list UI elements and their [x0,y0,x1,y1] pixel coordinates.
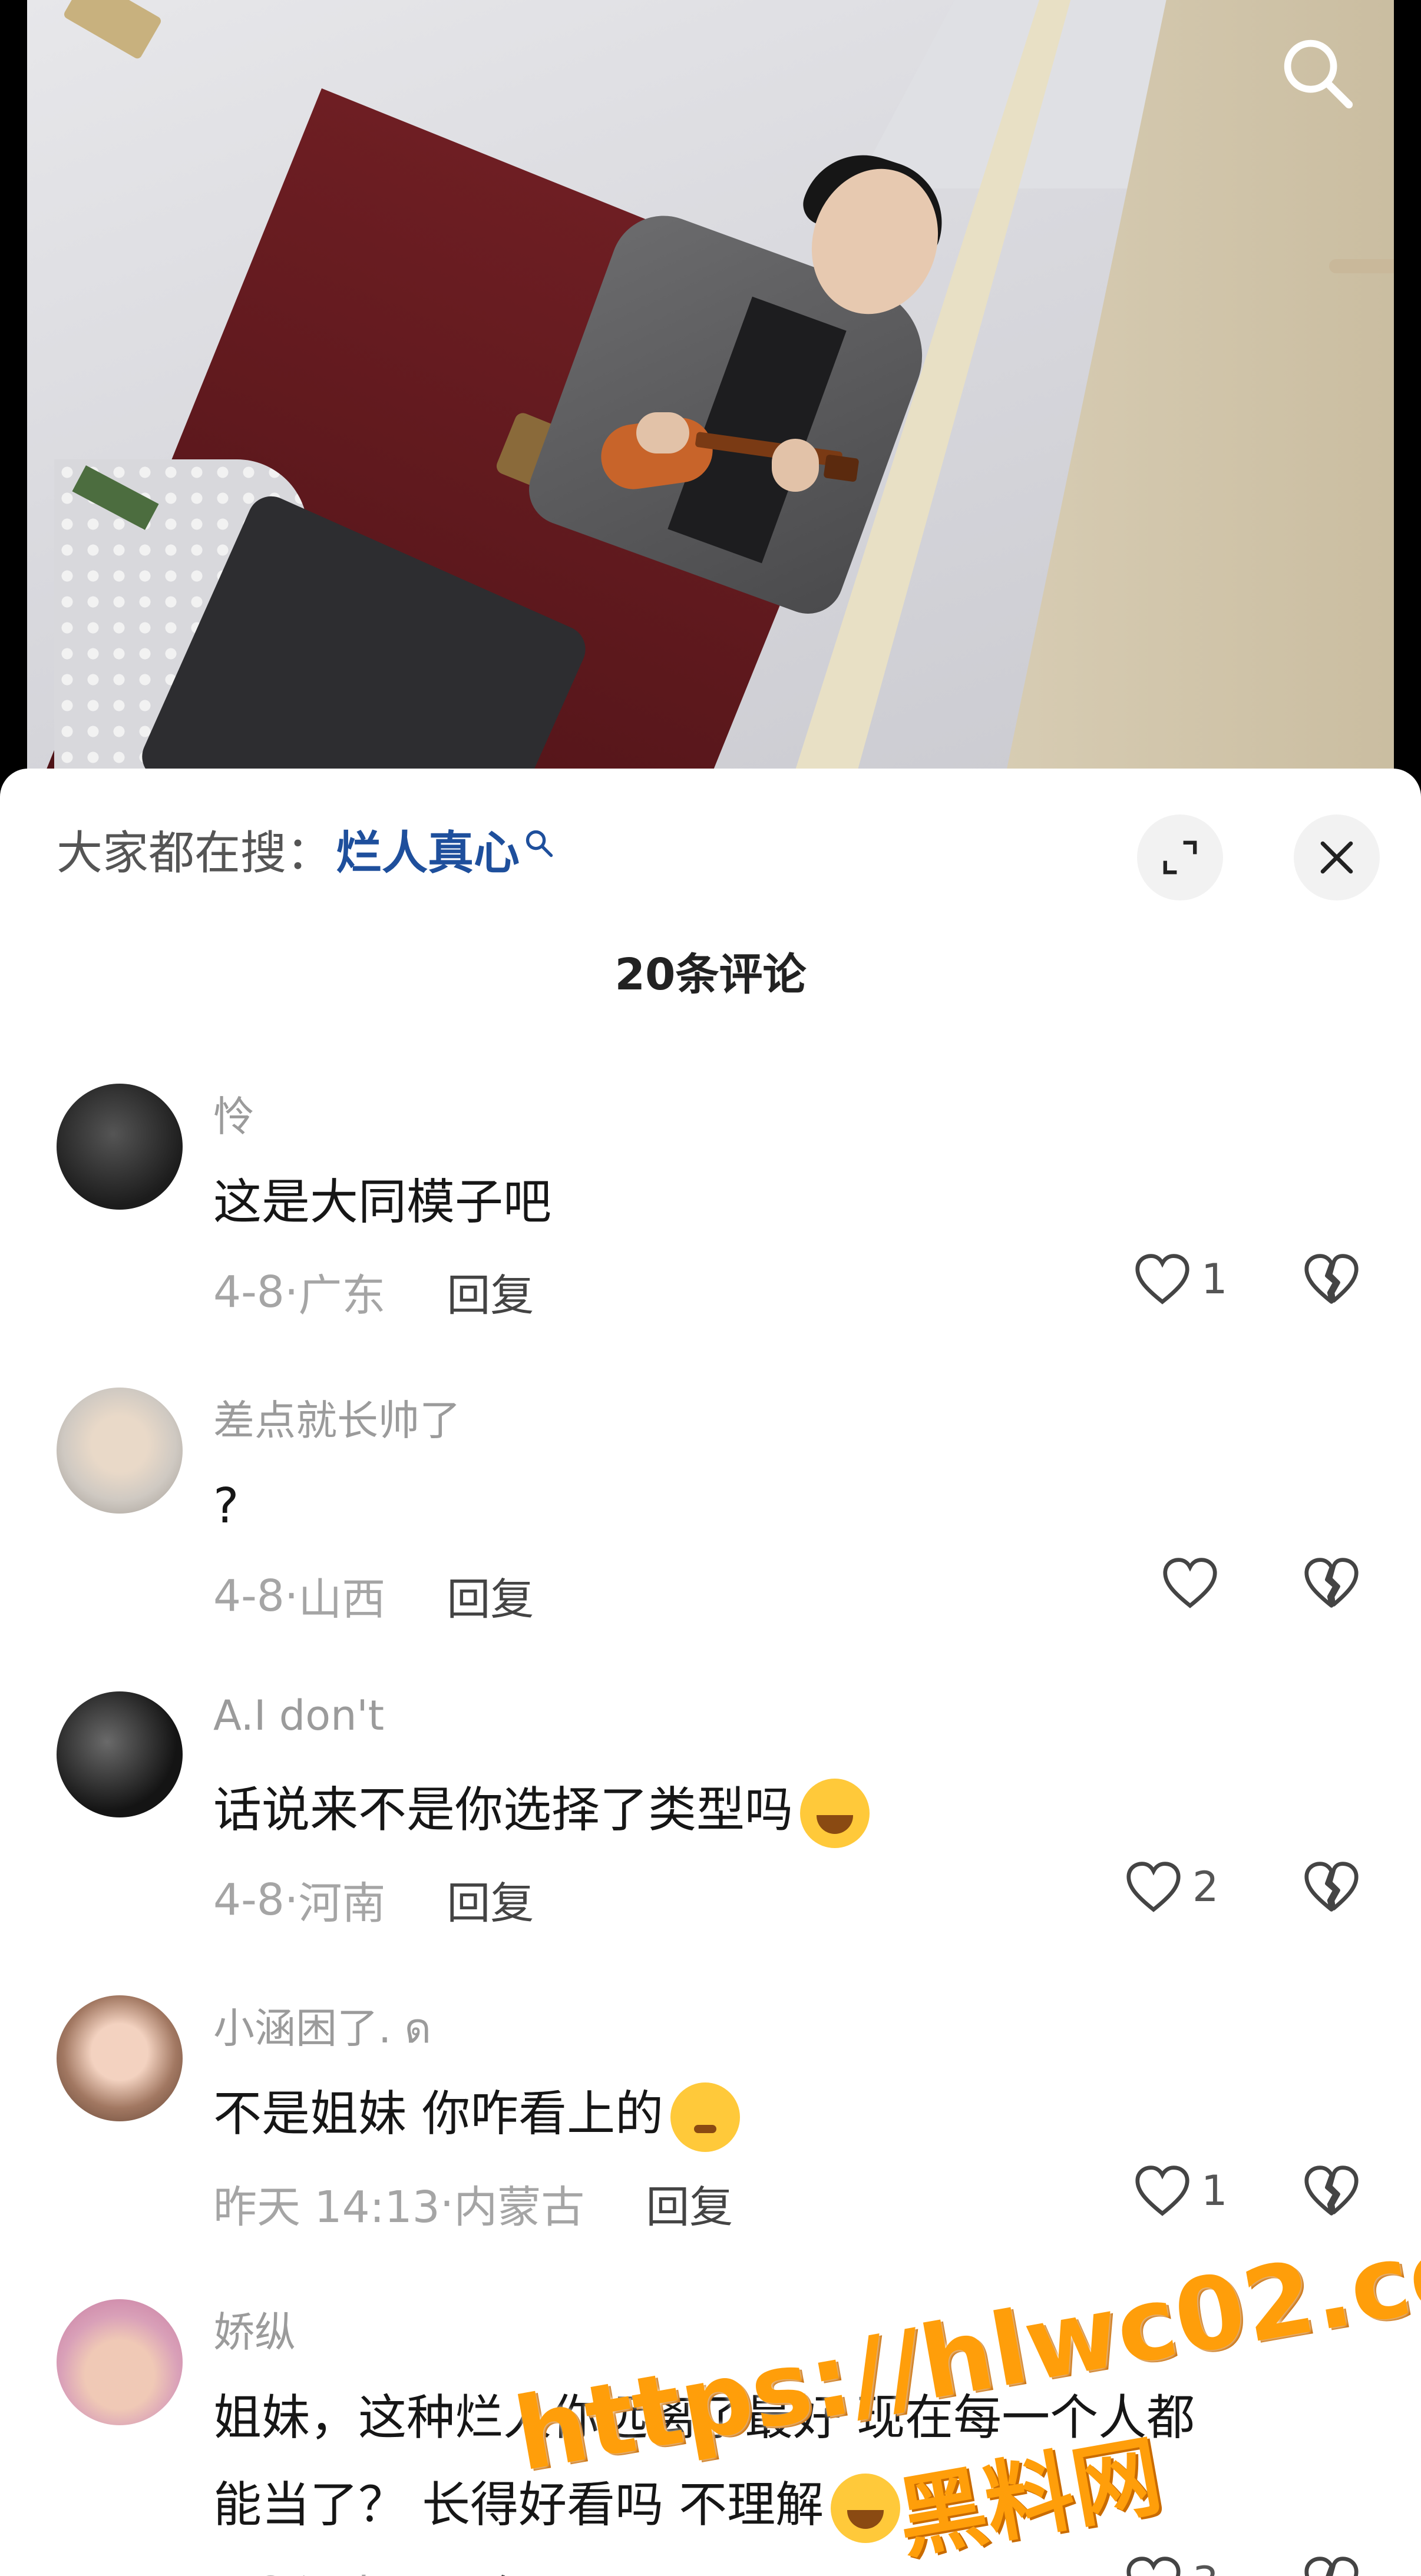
broken-heart-icon [1304,2166,1359,2216]
trending-search-bar[interactable]: 大家都在搜： 烂人真心 [57,823,555,880]
avatar[interactable] [57,1084,183,1210]
search-icon [1284,39,1353,109]
hand-left [636,412,689,453]
comment-date: 昨天 14:13 [213,2182,440,2233]
comment-text: ? [213,1478,239,1534]
hand-right [772,439,819,492]
dislike-button[interactable] [1299,2156,1364,2226]
like-button[interactable]: 1 [1134,1244,1228,1315]
comment-username[interactable]: 差点就长帅了 [213,1388,461,1447]
dislike-button[interactable] [1299,1852,1364,1922]
comment-text-body: 不是姐妹 你咋看上的 [213,2086,664,2142]
comment-location: 广东 [298,1270,386,1321]
expand-button[interactable] [1137,814,1223,900]
expand-icon [1163,840,1197,875]
person-legs [134,489,593,777]
avatar[interactable] [57,1388,183,1514]
avatar[interactable] [57,2299,183,2425]
comment-meta: 4-8·河南 回复 [213,2561,534,2576]
dizzy-face-emoji [670,2082,741,2152]
heart-icon [1126,2557,1181,2576]
reply-button[interactable]: 回复 [447,1260,534,1323]
comment-text: 不是姐妹 你咋看上的 [213,2071,741,2158]
comment-location: 河南 [298,1878,386,1929]
like-count: 2 [1192,1863,1219,1911]
comment-item: 怜 这是大同模子吧 4-8 · 广东 回复 1 [0,1084,1421,1388]
search-button[interactable] [1273,28,1361,117]
ukulele-headstock [823,454,860,482]
comment-date: 4-8 [213,1266,285,1317]
like-button[interactable]: 2 [1125,1852,1219,1922]
reply-button[interactable]: 回复 [447,1564,534,1627]
broken-heart-icon [1304,2557,1359,2576]
comment-username[interactable]: 小涵困了. ด [213,1995,431,2061]
comment-text-body: 能当了？ 长得好看吗 不理解 [213,2477,824,2533]
heart-icon [1163,1558,1217,1608]
comment-meta: 4-8 · 广东 回复 [213,1260,534,1323]
comment-location: 河南 [298,2561,385,2576]
comment-date: 4-8 [213,2568,285,2576]
like-count: 3 [1192,2558,1219,2576]
trending-prefix: 大家都在搜： [57,827,333,880]
comment-text: 话说来不是你选择了类型吗 [213,1767,870,1854]
dislike-button[interactable] [1299,2547,1364,2576]
dislike-button[interactable] [1299,1548,1364,1618]
comment-text: 这是大同模子吧 [213,1174,552,1230]
heart-icon [1135,1254,1189,1304]
like-count: 1 [1201,2167,1228,2215]
heart-icon [1126,1862,1181,1912]
comment-date: 4-8 [213,1570,285,1621]
reply-button[interactable]: 回复 [646,2172,733,2235]
trending-keyword[interactable]: 烂人真心 [336,816,520,882]
comment-text-body: 话说来不是你选择了类型吗 [213,1782,794,1838]
person-with-ukulele [0,0,1421,777]
video-player[interactable] [0,0,1421,777]
close-button[interactable] [1294,814,1380,900]
like-button[interactable] [1162,1548,1229,1618]
comment-meta: 昨天 14:13 · 内蒙古 回复 [213,2172,733,2235]
search-icon [526,830,553,857]
reply-button[interactable]: 回复 [447,2561,534,2576]
dislike-button[interactable] [1299,1244,1364,1315]
close-icon [1320,841,1353,874]
comment-location: 内蒙古 [454,2182,585,2233]
reply-button[interactable]: 回复 [447,1868,534,1931]
avatar[interactable] [57,1691,183,1817]
broken-heart-icon [1304,1558,1359,1608]
comment-item: 差点就长帅了 ? 4-8 · 山西 回复 [0,1388,1421,1691]
comment-item: A.I don't 话说来不是你选择了类型吗 4-8 · 河南 回复 2 [0,1691,1421,1995]
comment-item: 小涵困了. ด 不是姐妹 你咋看上的 昨天 14:13 · 内蒙古 回复 1 [0,1995,1421,2299]
broken-heart-icon [1304,1254,1359,1304]
like-button[interactable]: 1 [1134,2156,1228,2226]
laughing-tears-emoji [831,2473,901,2543]
comment-count: 20条评论 [614,949,807,1000]
comment-date: 4-8 [213,1874,285,1925]
comment-username[interactable]: 娇纵 [213,2299,296,2359]
comment-location: 山西 [298,1574,386,1625]
like-count: 1 [1201,1255,1228,1303]
comment-meta: 4-8·河南 回复 [213,1868,534,1931]
broken-heart-icon [1304,1862,1359,1912]
like-button[interactable]: 3 [1125,2547,1219,2576]
comment-username[interactable]: A.I don't [213,1691,384,1740]
avatar[interactable] [57,1995,183,2121]
heart-icon [1135,2166,1189,2216]
laughing-tears-emoji [800,1778,870,1848]
comment-meta: 4-8 · 山西 回复 [213,1564,534,1627]
comment-username[interactable]: 怜 [213,1084,255,1143]
